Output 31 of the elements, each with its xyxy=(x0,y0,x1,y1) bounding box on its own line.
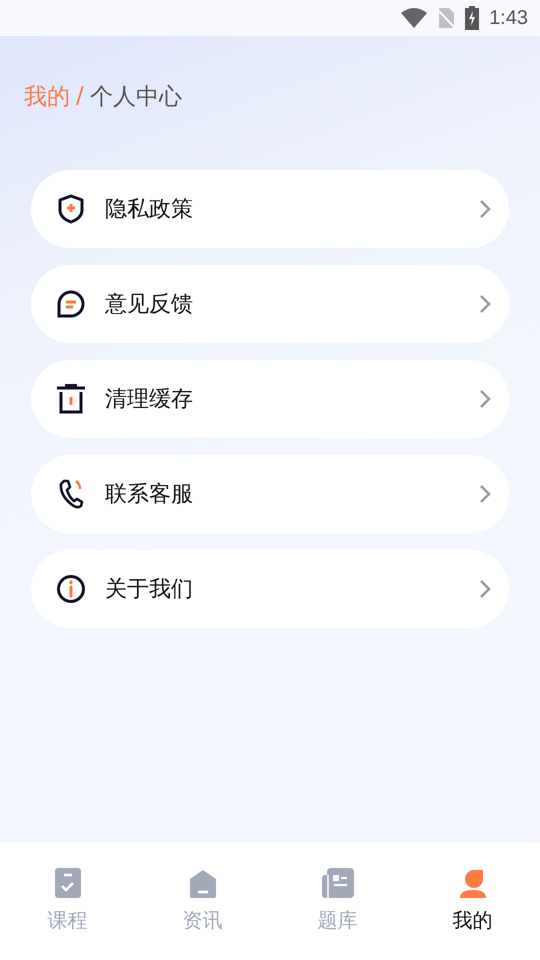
chevron-icon xyxy=(479,579,491,599)
menu-label: 意见反馈 xyxy=(105,291,194,319)
battery-icon xyxy=(465,6,480,30)
chat-icon xyxy=(56,289,86,319)
menu-item[interactable]: 关于我们 xyxy=(31,550,509,628)
house-icon xyxy=(188,869,216,899)
shield-icon xyxy=(57,194,85,224)
no-sim-icon xyxy=(437,7,456,29)
phone-icon xyxy=(57,478,85,510)
menu-item[interactable]: 意见反馈 xyxy=(31,265,509,343)
page-title: 个人中心 xyxy=(90,82,182,112)
menu-label: 隐私政策 xyxy=(105,196,194,224)
info-icon xyxy=(56,574,86,604)
menu-label: 联系客服 xyxy=(105,481,194,509)
menu-label: 清理缓存 xyxy=(105,386,194,414)
checklist-icon xyxy=(54,867,82,899)
newspaper-icon xyxy=(320,867,354,899)
menu-label: 关于我们 xyxy=(105,576,194,604)
breadcrumb-separator: / xyxy=(76,83,84,109)
nav-tab[interactable]: 我的 xyxy=(422,866,522,934)
menu-item[interactable]: 联系客服 xyxy=(31,455,509,533)
menu-item[interactable]: 清理缓存 xyxy=(31,360,509,438)
status-time: 1:43 xyxy=(489,6,528,30)
menu-item[interactable]: 隐私政策 xyxy=(31,170,509,248)
trash-icon xyxy=(55,384,87,414)
chevron-icon xyxy=(479,294,491,314)
wifi-icon xyxy=(401,8,428,28)
chevron-icon xyxy=(479,199,491,219)
person-icon xyxy=(458,869,486,899)
chevron-icon xyxy=(479,484,491,504)
chevron-icon xyxy=(479,389,491,409)
